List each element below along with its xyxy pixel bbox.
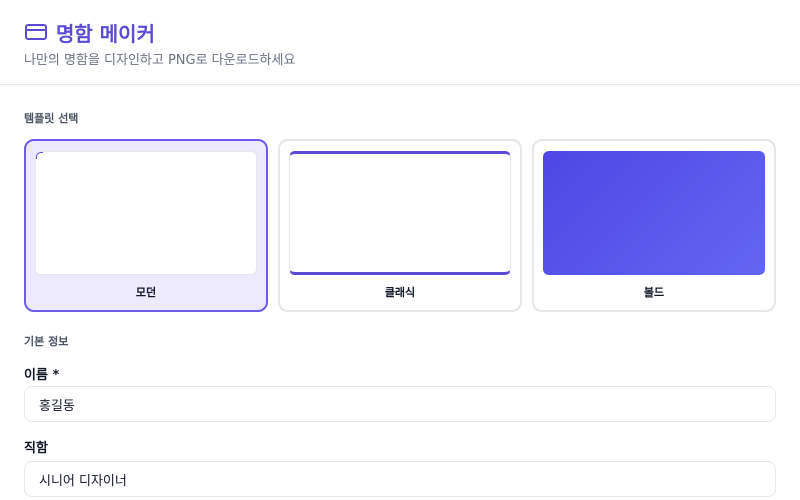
- basic-info-section-label: 기본 정보: [24, 335, 69, 348]
- template-label-bold: 볼드: [643, 286, 665, 299]
- template-preview-bold: [543, 151, 765, 275]
- job-title-input[interactable]: [24, 461, 776, 497]
- template-section-label: 템플릿 선택: [24, 112, 79, 125]
- card-icon: [25, 24, 47, 40]
- page-subtitle: 나만의 명함을 디자인하고 PNG로 다운로드하세요: [24, 53, 296, 68]
- template-card-bold[interactable]: 볼드: [532, 139, 776, 312]
- template-preview-classic: [289, 151, 511, 275]
- template-card-classic[interactable]: 클래식: [278, 139, 522, 312]
- app-header: 명함 메이커 나만의 명함을 디자인하고 PNG로 다운로드하세요: [0, 0, 800, 85]
- template-card-modern[interactable]: 모던: [24, 139, 268, 312]
- page-title: 명함 메이커: [56, 21, 155, 46]
- template-label-modern: 모던: [135, 286, 157, 299]
- name-field-label: 이름 *: [24, 368, 60, 383]
- name-input[interactable]: [24, 386, 776, 422]
- template-label-classic: 클래식: [384, 286, 416, 299]
- title-row: 명함 메이커: [24, 18, 155, 46]
- template-preview-modern: [35, 151, 257, 275]
- title-field-label: 직함: [24, 441, 48, 456]
